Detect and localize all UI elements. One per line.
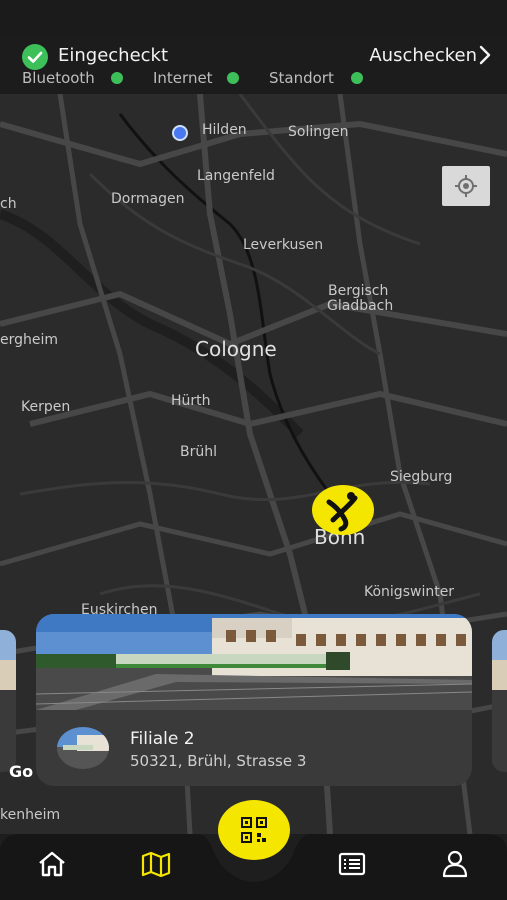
branch-name: Filiale 2 (130, 729, 195, 749)
branch-address: 50321, Brühl, Strasse 3 (130, 752, 307, 770)
bluetooth-status-label: Bluetooth (22, 69, 95, 87)
qr-code-icon (241, 817, 267, 843)
list-icon[interactable] (334, 846, 370, 882)
map-icon[interactable] (138, 846, 174, 882)
bluetooth-status-dot (111, 72, 123, 84)
user-icon[interactable] (437, 846, 473, 882)
map-label: ch (0, 196, 17, 212)
top-bar (0, 0, 507, 36)
map-label: kenheim (0, 807, 61, 823)
internet-status-dot (227, 72, 239, 84)
chevron-right-icon[interactable] (475, 43, 495, 67)
current-location-dot (172, 125, 188, 141)
branch-photo (36, 614, 472, 710)
map-label: Kerpen (21, 399, 71, 415)
map-label: Brühl (180, 444, 217, 460)
map-label: Königswinter (364, 584, 455, 600)
map-label-major: Cologne (195, 337, 277, 361)
branch-card-previous[interactable] (0, 630, 16, 772)
map-label: Siegburg (390, 469, 453, 485)
checked-in-label: Eingecheckt (58, 45, 169, 66)
map-label: Leverkusen (243, 237, 324, 253)
map-label: Hürth (171, 393, 211, 409)
x-brand-marker-icon[interactable] (311, 484, 375, 536)
map-attribution: Go (9, 762, 34, 781)
internet-status-label: Internet (153, 69, 213, 87)
map-label: Bergisch (328, 283, 389, 299)
map-label: Hilden (202, 122, 247, 138)
location-status-label: Standort (269, 69, 334, 87)
map-label: Solingen (288, 124, 349, 140)
map-label: Langenfeld (197, 168, 275, 184)
map-label: Gladbach (327, 298, 394, 314)
checkout-button[interactable]: Auschecken (369, 45, 477, 66)
home-icon[interactable] (34, 846, 70, 882)
map-label: ergheim (0, 332, 59, 348)
check-circle-icon (22, 44, 48, 70)
locate-me-button[interactable] (442, 166, 490, 206)
branch-thumbnail (57, 727, 109, 769)
branch-card-next[interactable] (492, 630, 507, 772)
location-status-dot (351, 72, 363, 84)
crosshair-icon (455, 175, 477, 197)
qr-scan-button[interactable] (218, 800, 290, 860)
map-label: Dormagen (111, 191, 185, 207)
